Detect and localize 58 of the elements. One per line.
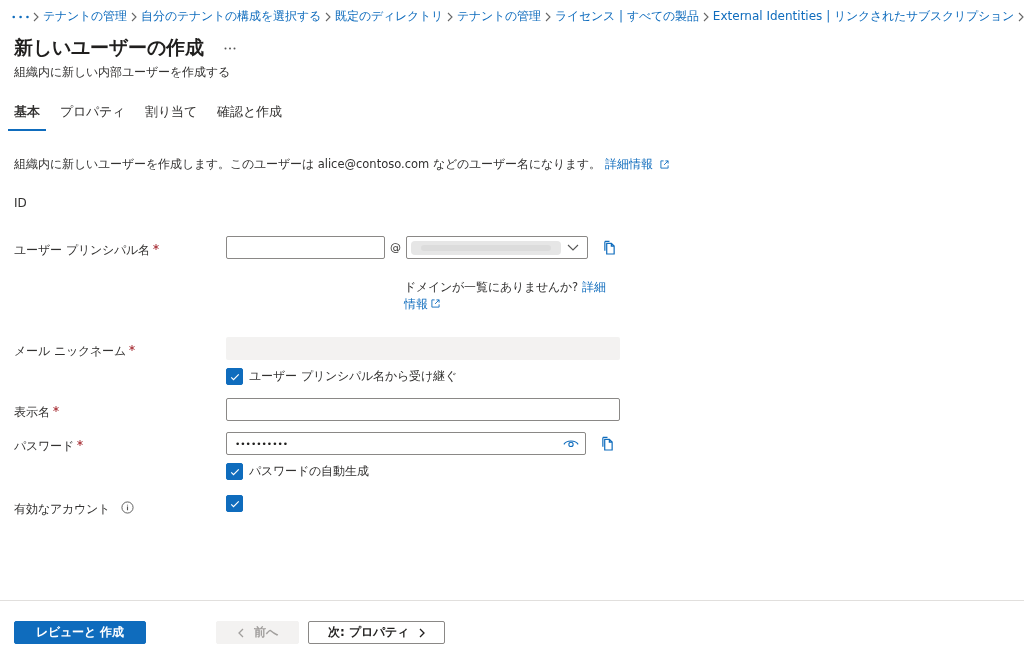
chevron-down-icon — [567, 244, 579, 251]
chevron-left-icon — [237, 627, 244, 638]
field-label: パスワード — [14, 438, 74, 455]
display-name-field[interactable] — [226, 398, 620, 421]
more-icon[interactable] — [12, 14, 30, 19]
checkbox[interactable] — [226, 463, 243, 480]
tab[interactable]: プロパティ — [54, 100, 131, 131]
learn-more-link[interactable]: 情報 — [404, 297, 428, 311]
chevron-icon — [545, 11, 552, 22]
field-label: メール ニックネーム — [14, 343, 126, 360]
breadcrumb-link[interactable]: テナントの管理 — [457, 8, 542, 25]
hint-text: ドメインが一覧にありませんか? — [404, 280, 579, 294]
username-field[interactable] — [226, 236, 385, 259]
required-icon — [128, 343, 135, 351]
chevron-right-icon — [419, 627, 425, 638]
field-label: 表示名 — [14, 404, 50, 421]
chevron-icon — [702, 11, 709, 22]
info-icon[interactable] — [121, 501, 134, 514]
breadcrumb-link[interactable]: テナントの管理 — [43, 8, 128, 25]
learn-more-link[interactable]: 詳細情報 — [604, 157, 653, 172]
field-label: 有効なアカウント — [14, 501, 110, 518]
chevron-icon — [131, 11, 138, 22]
required-icon — [53, 404, 59, 412]
more-icon[interactable] — [224, 46, 236, 50]
learn-more-link[interactable]: 詳細 — [581, 280, 606, 294]
copy-icon[interactable] — [603, 240, 616, 255]
breadcrumb-link[interactable]: External Identities | リンクされたサブスクリプション — [712, 8, 1014, 25]
review-create-button[interactable]: レビューと 作成 — [14, 621, 146, 644]
password-field[interactable]: •••••••••• — [226, 432, 586, 455]
breadcrumb-link[interactable]: 既定のディレクトリ — [335, 8, 444, 25]
page-title: 新しいユーザーの作成 — [14, 35, 204, 60]
copy-icon[interactable] — [601, 436, 614, 451]
chevron-icon — [1018, 11, 1024, 22]
chevron-icon — [325, 11, 332, 22]
description-text: 組織内に新しいユーザーを作成します。このユーザーは alice@contoso.com などのユーザー名になります。 — [14, 157, 601, 172]
tab[interactable]: 確認と作成 — [211, 100, 288, 131]
field-label: ユーザー プリンシパル名 — [14, 242, 150, 259]
checkbox-label: パスワードの自動生成 — [249, 463, 369, 480]
page-subtitle: 組織内に新しい内部ユーザーを作成する — [13, 64, 231, 80]
eye-icon[interactable] — [563, 439, 579, 448]
external-link-icon — [431, 299, 440, 308]
breadcrumb-link[interactable]: ライセンス | すべての製品 — [555, 8, 699, 25]
required-icon — [77, 438, 83, 446]
chevron-icon — [33, 11, 40, 22]
breadcrumb-link[interactable]: 自分のテナントの構成を選択する — [141, 8, 322, 25]
next-button[interactable]: 次: プロパティ — [308, 621, 445, 644]
checkbox[interactable] — [226, 495, 243, 512]
external-link-icon — [659, 160, 669, 169]
tab[interactable]: 割り当て — [139, 100, 203, 131]
required-icon — [152, 242, 159, 250]
chevron-icon — [447, 11, 454, 22]
checkbox[interactable] — [226, 368, 243, 385]
password-value: •••••••••• — [235, 438, 289, 449]
domain-dropdown[interactable] — [406, 236, 588, 259]
tab[interactable]: 基本 — [8, 100, 46, 131]
checkbox-label: ユーザー プリンシパル名から受け継ぐ — [249, 368, 457, 385]
section-heading: ID — [13, 195, 28, 210]
at-sign: @ — [390, 241, 401, 254]
